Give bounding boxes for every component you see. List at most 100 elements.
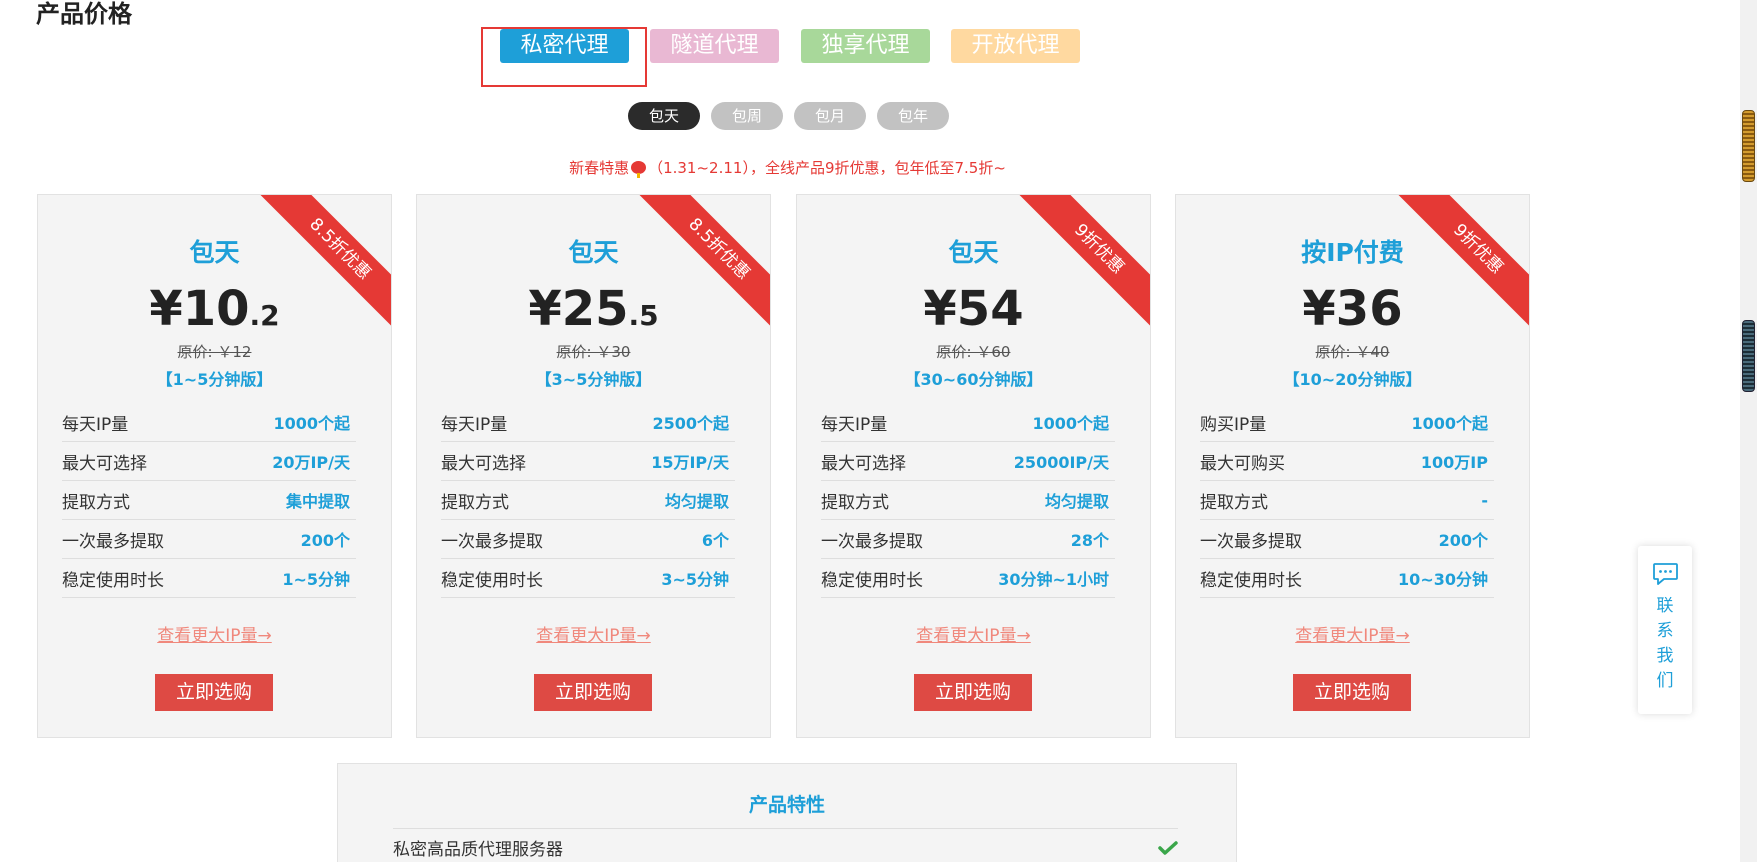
- feature-row: 最大可选择 15万IP/天: [441, 442, 735, 481]
- card-title: 按IP付费: [1301, 238, 1404, 267]
- feature-row: 一次最多提取 6个: [441, 520, 735, 559]
- feature-label: 一次最多提取: [62, 531, 164, 552]
- period-tabs: 包天 包周 包月 包年: [0, 102, 1540, 130]
- feature-value: 1000个起: [1032, 414, 1109, 433]
- period-tab-year[interactable]: 包年: [877, 102, 949, 130]
- feature-label: 购买IP量: [1200, 414, 1267, 435]
- feature-value: 25000IP/天: [1013, 453, 1109, 472]
- contact-us-widget[interactable]: 联 系 我 们: [1638, 546, 1692, 714]
- buy-button[interactable]: 立即选购: [914, 674, 1032, 711]
- features-title: 产品特性: [748, 794, 825, 816]
- feature-row: 提取方式 集中提取: [62, 481, 356, 520]
- feature-value: 2500个起: [652, 414, 729, 433]
- feature-row: 提取方式 均匀提取: [441, 481, 735, 520]
- feature-value: 20万IP/天: [272, 453, 350, 472]
- pricing-card: 8.5折优惠 包天 ¥25.5 原价: ￥30 【3~5分钟版】 每天IP量 25…: [416, 194, 771, 738]
- page-title: 产品价格: [36, 0, 132, 28]
- card-price: ¥10.2: [38, 281, 391, 348]
- contact-char: 系: [1656, 621, 1674, 641]
- feature-label: 最大可选择: [441, 453, 526, 474]
- feature-label: 稳定使用时长: [1200, 570, 1302, 591]
- original-price: 原价: ￥30: [556, 343, 631, 361]
- tab-tunnel-proxy[interactable]: 隧道代理: [650, 29, 779, 63]
- contact-label: 联 系 我 们: [1638, 594, 1692, 694]
- period-tab-month[interactable]: 包月: [794, 102, 866, 130]
- tab-private-proxy[interactable]: 私密代理: [500, 29, 629, 63]
- feature-value: 3~5分钟: [661, 570, 729, 589]
- card-title: 包天: [189, 238, 240, 267]
- feature-row: 一次最多提取 28个: [821, 520, 1115, 559]
- feature-label: 提取方式: [441, 492, 509, 513]
- pricing-card: 9折优惠 包天 ¥54 原价: ￥60 【30~60分钟版】 每天IP量 1000…: [796, 194, 1151, 738]
- feature-row: 每天IP量 1000个起: [62, 403, 356, 442]
- more-ip-link[interactable]: 查看更大IP量→: [797, 621, 1150, 646]
- price-main: ¥54: [923, 281, 1024, 337]
- feature-label: 稳定使用时长: [62, 570, 164, 591]
- feature-row: 稳定使用时长 3~5分钟: [441, 559, 735, 598]
- scrollbar-thumb[interactable]: [1742, 110, 1755, 182]
- card-title: 包天: [568, 238, 619, 267]
- tab-open-proxy[interactable]: 开放代理: [951, 29, 1080, 63]
- feature-row: 一次最多提取 200个: [1200, 520, 1494, 559]
- feature-row: 最大可购买 100万IP: [1200, 442, 1494, 481]
- card-price: ¥54: [797, 281, 1150, 348]
- buy-button[interactable]: 立即选购: [534, 674, 652, 711]
- price-decimal: .5: [628, 299, 659, 332]
- contact-char: 我: [1656, 646, 1674, 666]
- feature-label: 提取方式: [62, 492, 130, 513]
- period-tab-day[interactable]: 包天: [628, 102, 700, 130]
- spec-label: 私密高品质代理服务器: [393, 840, 563, 860]
- original-price: 原价: ￥40: [1315, 343, 1390, 361]
- feature-list: 每天IP量 1000个起 最大可选择 20万IP/天 提取方式 集中提取 一次最多提取…: [62, 403, 356, 598]
- price-decimal: .2: [249, 299, 280, 332]
- card-title: 包天: [948, 238, 999, 267]
- feature-label: 最大可购买: [1200, 453, 1285, 474]
- contact-char: 联: [1656, 596, 1674, 616]
- original-price: 原价: ￥12: [177, 343, 252, 361]
- pricing-card: 9折优惠 按IP付费 ¥36 原价: ￥40 【10~20分钟版】 购买IP量 1…: [1175, 194, 1530, 738]
- pricing-card: 8.5折优惠 包天 ¥10.2 原价: ￥12 【1~5分钟版】 每天IP量 10…: [37, 194, 392, 738]
- feature-value: 1~5分钟: [282, 570, 350, 589]
- feature-row: 最大可选择 25000IP/天: [821, 442, 1115, 481]
- feature-list: 购买IP量 1000个起 最大可购买 100万IP 提取方式 - 一次最多提取 200个…: [1200, 403, 1494, 598]
- price-main: ¥10: [149, 281, 250, 337]
- feature-list: 每天IP量 1000个起 最大可选择 25000IP/天 提取方式 均匀提取 一次最多…: [821, 403, 1115, 598]
- period-tab-week[interactable]: 包周: [711, 102, 783, 130]
- feature-label: 稳定使用时长: [441, 570, 543, 591]
- feature-value: 28个: [1070, 531, 1109, 550]
- feature-row: 提取方式 -: [1200, 481, 1494, 520]
- card-version: 【1~5分钟版】: [156, 370, 273, 389]
- more-ip-link[interactable]: 查看更大IP量→: [417, 621, 770, 646]
- tab-exclusive-proxy[interactable]: 独享代理: [801, 29, 930, 63]
- feature-row: 稳定使用时长 10~30分钟: [1200, 559, 1494, 598]
- feature-value: 6个: [701, 531, 729, 550]
- feature-label: 提取方式: [821, 492, 889, 513]
- price-main: ¥25: [528, 281, 629, 337]
- more-ip-link[interactable]: 查看更大IP量→: [38, 621, 391, 646]
- card-price: ¥36: [1176, 281, 1529, 348]
- more-ip-link[interactable]: 查看更大IP量→: [1176, 621, 1529, 646]
- feature-label: 一次最多提取: [441, 531, 543, 552]
- feature-label: 每天IP量: [62, 414, 129, 435]
- feature-row: 购买IP量 1000个起: [1200, 403, 1494, 442]
- feature-value: 均匀提取: [664, 492, 729, 511]
- feature-value: 200个: [1438, 531, 1488, 550]
- feature-row: 一次最多提取 200个: [62, 520, 356, 559]
- feature-label: 每天IP量: [441, 414, 508, 435]
- feature-label: 提取方式: [1200, 492, 1268, 513]
- feature-value: 1000个起: [1411, 414, 1488, 433]
- price-main: ¥36: [1302, 281, 1403, 337]
- contact-char: 们: [1656, 671, 1674, 691]
- feature-list: 每天IP量 2500个起 最大可选择 15万IP/天 提取方式 均匀提取 一次最多提取…: [441, 403, 735, 598]
- page-scrollbar[interactable]: [1740, 0, 1757, 862]
- buy-button[interactable]: 立即选购: [155, 674, 273, 711]
- product-tabs: 私密代理 隧道代理 独享代理 开放代理: [0, 29, 1540, 63]
- feature-label: 一次最多提取: [821, 531, 923, 552]
- feature-label: 稳定使用时长: [821, 570, 923, 591]
- feature-value: 集中提取: [285, 492, 350, 511]
- feature-row: 最大可选择 20万IP/天: [62, 442, 356, 481]
- product-features-section: 产品特性 私密高品质代理服务器: [337, 763, 1237, 862]
- buy-button[interactable]: 立即选购: [1293, 674, 1411, 711]
- original-price: 原价: ￥60: [936, 343, 1011, 361]
- feature-label: 最大可选择: [62, 453, 147, 474]
